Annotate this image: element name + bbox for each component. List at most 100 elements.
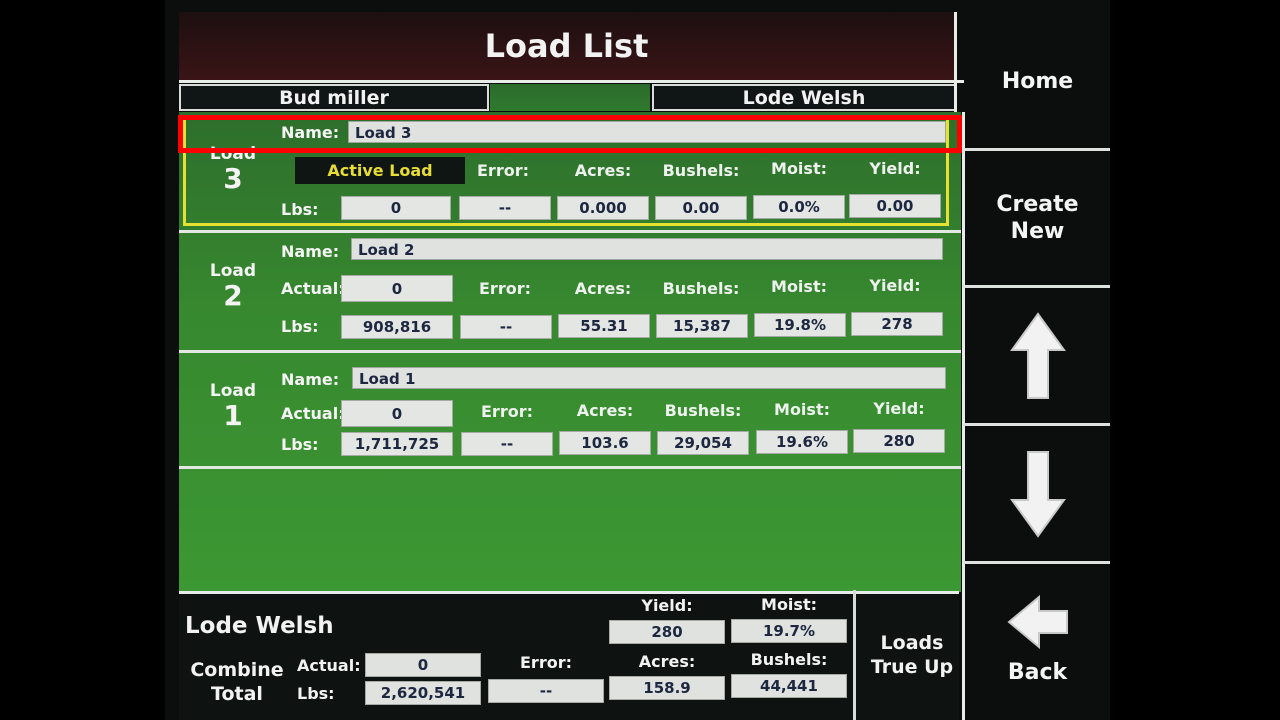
total-yield-label: Yield: — [641, 596, 693, 615]
total-lbs-value: 2,620,541 — [365, 681, 481, 705]
yield-header: Yield: — [869, 276, 921, 295]
load-name-field[interactable]: Load 1 — [352, 367, 946, 389]
total-error-label: Error: — [520, 653, 572, 672]
acres-header: Acres: — [574, 279, 632, 298]
total-actual-value: 0 — [365, 653, 481, 677]
acres-value: 55.31 — [558, 314, 650, 338]
moist-header: Moist: — [771, 159, 827, 178]
lbs-label: Lbs: — [281, 435, 319, 454]
total-bushels-value: 44,441 — [731, 674, 847, 698]
combine-label-line2: Total — [211, 683, 263, 705]
name-label: Name: — [281, 242, 340, 261]
home-button[interactable]: Home — [965, 14, 1110, 148]
display-screen: Load List Bud miller Lode Welsh Load 3 N… — [165, 0, 1110, 720]
error-value: -- — [459, 196, 551, 220]
bushels-header: Bushels: — [662, 279, 740, 298]
combine-total-label: Combine Total — [187, 658, 287, 706]
load-row-1[interactable]: Load 1 Name: Load 1 Actual: 0 Error: Acr… — [179, 353, 961, 466]
load-label: Load — [209, 144, 257, 164]
total-acres-value: 158.9 — [609, 676, 725, 700]
error-value: -- — [460, 315, 552, 339]
load-number: 2 — [223, 279, 243, 312]
load-name-field[interactable]: Load 2 — [351, 238, 943, 260]
sidebar-divider — [954, 12, 957, 112]
load-label: Load — [209, 261, 257, 281]
arrow-down-icon — [1009, 450, 1066, 538]
lbs-value: 1,711,725 — [341, 432, 453, 456]
yield-header: Yield: — [873, 399, 925, 418]
total-operator-name: Lode Welsh — [185, 613, 334, 639]
load-number: 1 — [223, 399, 243, 432]
combine-label-line1: Combine — [190, 659, 284, 681]
combine-total-panel: Lode Welsh Combine Total Actual: 0 Lbs: … — [179, 595, 959, 720]
total-yield-value: 280 — [609, 620, 725, 644]
name-label: Name: — [281, 123, 340, 142]
arrow-up-icon — [1009, 311, 1066, 399]
loads-true-up-button[interactable]: Loads True Up — [853, 590, 968, 720]
moist-header: Moist: — [771, 277, 827, 296]
error-header: Error: — [481, 402, 533, 421]
load-id-3: Load 3 — [193, 144, 273, 194]
load-id-1: Load 1 — [193, 381, 273, 431]
create-line2: New — [1010, 219, 1065, 244]
acres-header: Acres: — [574, 161, 632, 180]
error-header: Error: — [477, 161, 529, 180]
total-acres-label: Acres: — [638, 652, 696, 671]
yield-value: 278 — [851, 312, 943, 336]
row-divider — [179, 466, 961, 469]
total-moist-value: 19.7% — [731, 619, 847, 643]
bushels-value: 29,054 — [657, 431, 749, 455]
page-title: Load List — [179, 12, 954, 80]
load-number: 3 — [223, 162, 243, 195]
arrow-left-icon — [1006, 594, 1068, 649]
lbs-value: 908,816 — [341, 315, 453, 339]
load-id-2: Load 2 — [193, 261, 273, 311]
operator-spacer — [490, 84, 650, 111]
load-list: Load 3 Name: Load 3 Active Load Error: A… — [179, 112, 961, 592]
bushels-header: Bushels: — [662, 161, 740, 180]
lbs-value: 0 — [341, 196, 451, 220]
load-label: Load — [209, 381, 257, 401]
true-up-line1: Loads — [880, 632, 944, 654]
bushels-value: 0.00 — [655, 196, 747, 220]
back-label: Back — [1007, 659, 1068, 685]
actual-value[interactable]: 0 — [341, 275, 453, 302]
bushels-value: 15,387 — [656, 314, 748, 338]
acres-value: 0.000 — [557, 196, 649, 220]
create-line1: Create — [996, 192, 1079, 217]
yield-value: 280 — [853, 429, 945, 453]
create-new-button[interactable]: Create New — [965, 151, 1110, 285]
total-actual-label: Actual: — [297, 656, 361, 675]
back-button[interactable]: Back — [965, 564, 1110, 714]
total-bushels-label: Bushels: — [750, 650, 828, 669]
title-divider — [179, 80, 964, 83]
total-moist-label: Moist: — [761, 595, 817, 614]
moist-value: 19.8% — [754, 313, 846, 337]
yield-header: Yield: — [869, 159, 921, 178]
acres-value: 103.6 — [559, 431, 651, 455]
operator-left[interactable]: Bud miller — [179, 84, 489, 111]
moist-header: Moist: — [774, 400, 830, 419]
error-value: -- — [461, 432, 553, 456]
true-up-line2: True Up — [870, 656, 954, 678]
scroll-up-button[interactable] — [965, 288, 1110, 423]
operator-right[interactable]: Lode Welsh — [652, 84, 956, 111]
actual-value[interactable]: 0 — [341, 400, 453, 427]
actual-label: Actual: — [281, 404, 345, 423]
lbs-label: Lbs: — [281, 317, 319, 336]
yield-value: 0.00 — [849, 194, 941, 218]
total-divider — [179, 591, 959, 594]
total-error-value: -- — [488, 679, 604, 703]
total-lbs-label: Lbs: — [297, 684, 335, 703]
acres-header: Acres: — [576, 401, 634, 420]
scroll-down-button[interactable] — [965, 426, 1110, 561]
moist-value: 19.6% — [756, 430, 848, 454]
load-row-3[interactable]: Load 3 Name: Load 3 Active Load Error: A… — [179, 112, 961, 230]
lbs-label: Lbs: — [281, 200, 319, 219]
load-name-field[interactable]: Load 3 — [348, 121, 946, 143]
active-load-badge: Active Load — [295, 157, 465, 184]
actual-label: Actual: — [281, 279, 345, 298]
error-header: Error: — [479, 279, 531, 298]
load-row-2[interactable]: Load 2 Name: Load 2 Actual: 0 Error: Acr… — [179, 233, 961, 350]
moist-value: 0.0% — [753, 195, 845, 219]
